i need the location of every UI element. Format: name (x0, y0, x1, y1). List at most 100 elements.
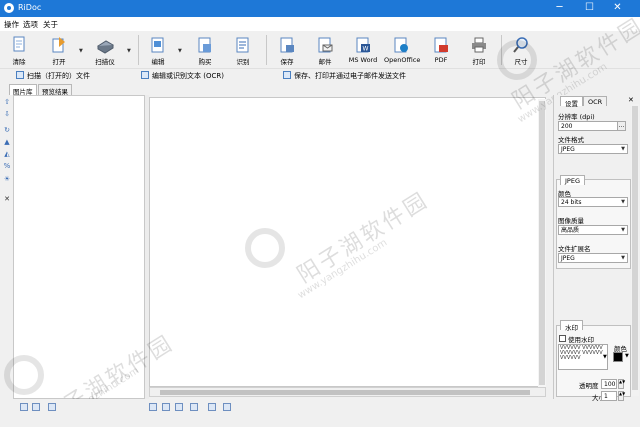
color-depth-select[interactable]: 24 bits ▼ (558, 197, 628, 207)
watermark-logo (245, 228, 285, 268)
rotate-icon[interactable]: ↻ (3, 126, 11, 134)
clear-icon (13, 36, 25, 52)
vertical-scroll-thumb[interactable] (539, 101, 545, 385)
delete-icon[interactable]: ✕ (3, 195, 11, 203)
vertical-scrollbar[interactable] (538, 99, 546, 387)
color-adjust-icon[interactable]: % (3, 162, 11, 170)
fit-width-icon[interactable] (162, 403, 170, 411)
use-watermark-checkbox[interactable] (559, 335, 566, 342)
menu-bar: 操作 选项 关于 (0, 17, 640, 31)
edit-dropdown-arrow-icon[interactable]: ▼ (178, 48, 184, 54)
settings-panel: 设置 OCR ✕ 分辨率 (dpi) 200 … 文件格式 JPEG ▼ JPEG… (553, 95, 640, 402)
toolbar: 清除 打开 ▼ 扫描仪 ▼ 编辑 ▼ 购买 识别 保存 邮件 W MS Word… (0, 31, 640, 69)
save-icon (280, 37, 294, 53)
menu-operation[interactable]: 操作 (4, 19, 19, 30)
openoffice-button[interactable]: OpenOffice (384, 34, 420, 68)
maximize-button[interactable]: ☐ (578, 0, 601, 17)
toolbar-separator (266, 35, 267, 65)
print-icon (472, 37, 486, 53)
pdf-icon (434, 37, 448, 53)
mail-icon (318, 37, 333, 53)
edit-button[interactable]: 编辑 (141, 34, 175, 68)
gallery-panel[interactable] (13, 95, 145, 399)
tab-preview-result[interactable]: 预览结果 (38, 84, 72, 96)
brightness-icon[interactable]: ☀ (3, 175, 11, 183)
menu-about[interactable]: 关于 (43, 19, 58, 30)
resolution-field[interactable]: 200 (558, 121, 618, 131)
app-logo-icon (4, 3, 14, 13)
left-tool-strip: ⇧ ⇩ ↻ ▲ ◭ % ☀ ✕ (0, 95, 13, 399)
tab-jpeg[interactable]: JPEG (560, 175, 585, 185)
mail-button[interactable]: 邮件 (308, 34, 342, 68)
transparency-field[interactable]: 100 (601, 379, 617, 389)
title-bar: RiDoc ─ ☐ ✕ (0, 0, 640, 17)
scanner-dropdown-arrow-icon[interactable]: ▼ (127, 48, 133, 54)
tab-gallery[interactable]: 图片库 (9, 84, 37, 96)
watermark-logo (4, 355, 44, 395)
bottom-bar (0, 399, 640, 427)
fit-page-icon[interactable] (149, 403, 157, 411)
two-page-icon[interactable] (175, 403, 183, 411)
ms-word-button[interactable]: W MS Word (346, 34, 380, 68)
edit-ocr-link[interactable]: 编辑或识别文本 (OCR) (141, 71, 224, 81)
horizontal-scroll-thumb[interactable] (160, 390, 530, 395)
clear-button[interactable]: 清除 (2, 34, 36, 68)
transparency-label: 透明度 (579, 382, 599, 390)
recognize-icon (236, 37, 249, 53)
minimize-button[interactable]: ─ (548, 0, 571, 17)
image-quality-select[interactable]: 高品质 ▼ (558, 225, 628, 235)
settings-scroll-thumb[interactable] (632, 106, 638, 390)
tab-settings[interactable]: 设置 (560, 96, 583, 108)
transparency-stepper[interactable]: ▲▼ (618, 379, 625, 389)
zoom-in-icon[interactable] (208, 403, 216, 411)
recognize-button[interactable]: 识别 (226, 34, 260, 68)
scan-file-link[interactable]: 扫描（打开的）文件 (16, 71, 90, 81)
file-format-select[interactable]: JPEG ▼ (558, 144, 628, 154)
image-quality-label: 图像质量 (558, 217, 584, 225)
move-down-icon[interactable]: ⇩ (3, 110, 11, 118)
pdf-button[interactable]: PDF (424, 34, 458, 68)
preview-canvas[interactable] (149, 97, 546, 387)
scan-link-icon (16, 71, 24, 79)
thumb-view-small-icon[interactable] (20, 403, 28, 411)
file-extension-select[interactable]: JPEG ▼ (558, 253, 628, 263)
tab-watermark[interactable]: 水印 (560, 320, 583, 332)
thumb-view-list-icon[interactable] (48, 403, 56, 411)
zoom-out-icon[interactable] (223, 403, 231, 411)
settings-scrollbar[interactable] (631, 104, 639, 396)
resolution-label: 分辨率 (dpi) (558, 113, 595, 121)
tab-ocr[interactable]: OCR (583, 96, 608, 106)
use-watermark-label: 使用水印 (568, 336, 594, 344)
watermark-preview[interactable]: VVVVVV VVVVVV VVVVVV VVVVVV VVVVVV (558, 344, 608, 370)
size-field[interactable]: 1 (601, 391, 617, 401)
buy-icon (198, 37, 211, 53)
scanner-button[interactable]: 扫描仪 (88, 34, 122, 68)
word-icon: W (356, 37, 370, 53)
svg-text:W: W (363, 46, 369, 53)
buy-button[interactable]: 购买 (188, 34, 222, 68)
save-link-icon (283, 71, 291, 79)
scanner-icon (97, 40, 114, 54)
watermark-logo (497, 40, 537, 80)
open-dropdown-arrow-icon[interactable]: ▼ (79, 48, 85, 54)
watermark-color-swatch[interactable] (613, 352, 623, 362)
resolution-browse-button[interactable]: … (617, 121, 626, 131)
print-button[interactable]: 打印 (462, 34, 496, 68)
open-button[interactable]: 打开 (42, 34, 76, 68)
contrast-icon[interactable]: ◭ (3, 150, 11, 158)
chevron-down-icon: ▼ (621, 146, 625, 152)
save-button[interactable]: 保存 (270, 34, 304, 68)
panel-close-icon[interactable]: ✕ (628, 96, 634, 104)
chevron-down-icon[interactable]: ▼ (625, 353, 629, 359)
horizontal-scrollbar[interactable] (149, 387, 546, 397)
thumb-view-large-icon[interactable] (32, 403, 40, 411)
menu-options[interactable]: 选项 (23, 19, 38, 30)
openoffice-icon (394, 37, 408, 53)
close-button[interactable]: ✕ (606, 0, 629, 17)
actual-size-icon[interactable] (190, 403, 198, 411)
move-up-icon[interactable]: ⇧ (3, 98, 11, 106)
chevron-down-icon[interactable]: ▼ (603, 354, 607, 360)
size-stepper[interactable]: ▲▼ (618, 391, 625, 401)
save-print-mail-link[interactable]: 保存、打印并通过电子邮件发送文件 (283, 71, 406, 81)
mountain-icon[interactable]: ▲ (3, 138, 11, 146)
